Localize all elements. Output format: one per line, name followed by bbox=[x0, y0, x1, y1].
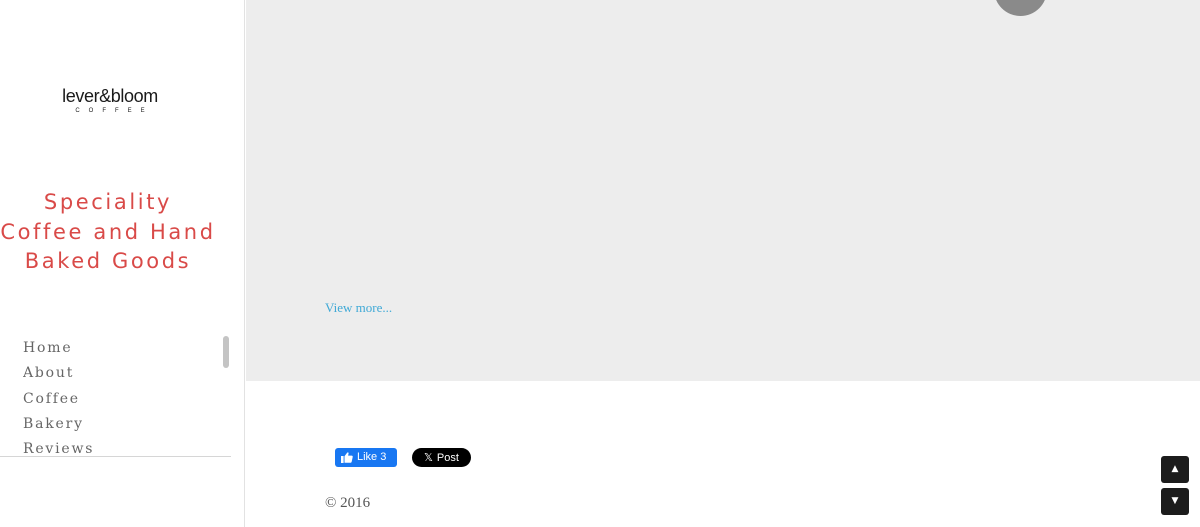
nav-item-bakery[interactable]: Bakery bbox=[23, 412, 213, 437]
scroll-up-button[interactable]: ▲ bbox=[1161, 456, 1189, 483]
arrow-up-icon: ▲ bbox=[1171, 464, 1179, 474]
nav-scrollbar-thumb[interactable] bbox=[223, 336, 229, 368]
nav-item-coffee[interactable]: Coffee bbox=[23, 387, 213, 412]
brand-logo[interactable]: lever&bloom COFFEE bbox=[0, 86, 220, 115]
facebook-like-label: Like 3 bbox=[357, 451, 387, 463]
site-tagline: Speciality Coffee and Hand Baked Goods bbox=[0, 190, 216, 273]
thumbs-up-icon bbox=[341, 452, 353, 463]
arrow-down-icon: ▼ bbox=[1171, 496, 1179, 506]
nav-item-reviews[interactable]: Reviews bbox=[23, 437, 213, 454]
copyright-text: © 2016 bbox=[325, 495, 371, 511]
nav-item-home[interactable]: Home bbox=[23, 336, 213, 361]
sidebar: lever&bloom COFFEE Speciality Coffee and… bbox=[0, 0, 245, 527]
facebook-like-button[interactable]: Like 3 bbox=[335, 448, 397, 467]
logo-wordmark: lever&bloom bbox=[62, 86, 158, 106]
nav-item-about[interactable]: About bbox=[23, 361, 213, 386]
content-band: View more... bbox=[246, 0, 1200, 381]
main-navigation: Home About Coffee Bakery Reviews bbox=[23, 336, 213, 454]
x-post-label: Post bbox=[436, 452, 459, 464]
x-post-button[interactable]: 𝕏 Post bbox=[412, 448, 471, 467]
page: lever&bloom COFFEE Speciality Coffee and… bbox=[0, 0, 1200, 527]
nav-divider bbox=[0, 456, 231, 457]
view-more-link[interactable]: View more... bbox=[325, 300, 392, 316]
logo-subtitle: COFFEE bbox=[75, 108, 154, 114]
circle-button[interactable] bbox=[994, 0, 1047, 16]
scroll-down-button[interactable]: ▼ bbox=[1161, 488, 1189, 515]
x-logo-icon: 𝕏 bbox=[424, 451, 433, 464]
